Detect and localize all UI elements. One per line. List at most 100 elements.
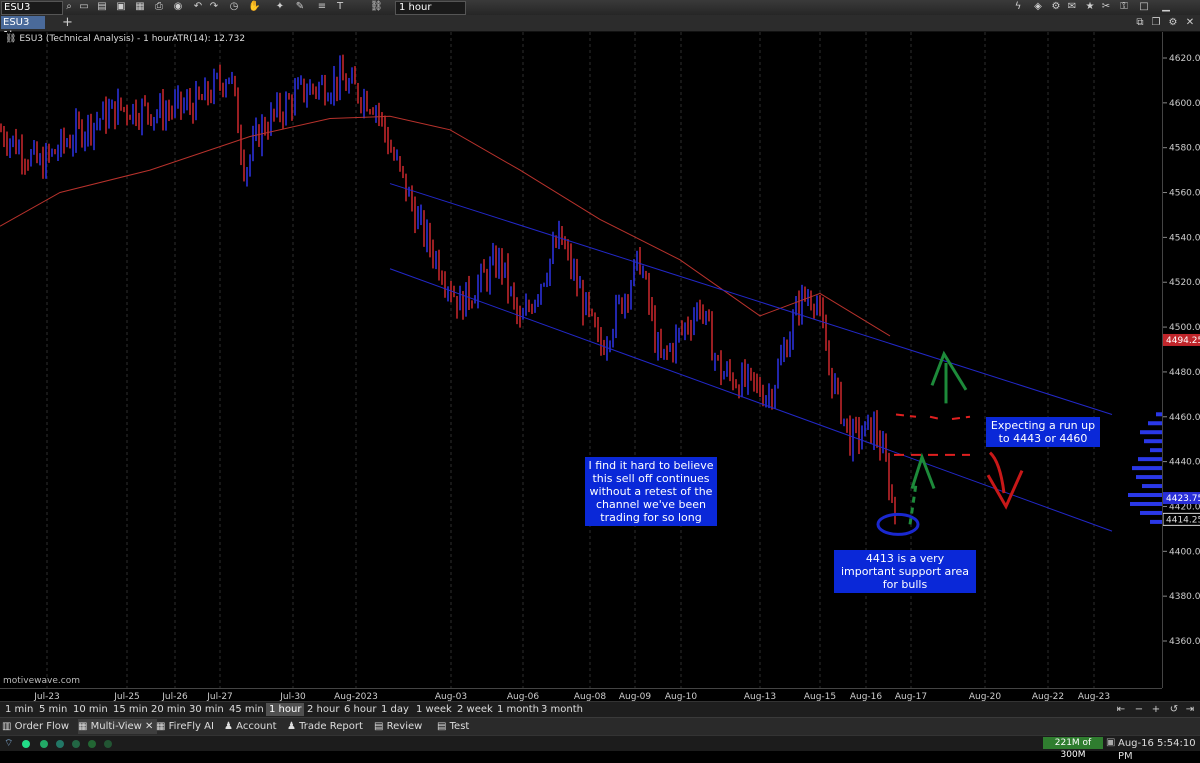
interval-30-min[interactable]: 30 min [186,703,227,716]
interval-5-min[interactable]: 5 min [36,703,70,716]
tab-firefly-ai[interactable]: ▦ FireFly AI [156,719,214,734]
maximize-icon[interactable]: □ [1138,1,1150,13]
time-axis[interactable]: Jul-23 Jul-25 Jul-26 Jul-27 Jul-30 Aug-2023 Au… [0,688,1162,701]
trash-icon[interactable]: ▣ [1106,737,1115,748]
interval-20-min[interactable]: 20 min [148,703,189,716]
flash-icon[interactable]: ϟ [1012,1,1024,13]
tab-test-label: Test [449,721,470,732]
interval-45-min[interactable]: 45 min [226,703,267,716]
tab-test[interactable]: ▤ Test [437,719,469,734]
date-tick-label: Aug-15 [804,692,836,701]
popout-icon[interactable]: ⧉ [1134,17,1146,29]
save-icon[interactable]: ▣ [115,1,127,13]
zoom-in-icon[interactable]: + [1150,704,1162,716]
fib-icon[interactable]: ≡ [316,1,328,13]
search-icon[interactable]: ⌕ [63,1,75,13]
connection-status-dot [22,740,30,748]
redo-icon[interactable]: ↷ [208,1,220,13]
date-tick-label: Aug-16 [850,692,883,701]
tab-order-flow[interactable]: ▥ Order Flow [2,719,69,734]
date-tick-label: Jul-30 [279,692,306,701]
interval-1-week[interactable]: 1 week [413,703,455,716]
price-tick-label: 4480.00 [1169,368,1200,378]
reset-zoom-icon[interactable]: ↺ [1168,704,1180,716]
date-tick-label: Aug-08 [574,692,607,701]
price-tick-label: 4600.00 [1169,99,1200,109]
hand-icon[interactable]: ✋ [248,1,260,13]
add-tab-button[interactable]: + [62,15,73,30]
support-circle [876,512,920,536]
volume-profile-bar [1144,439,1162,444]
tab-trade-report[interactable]: ♟ Trade Report [287,719,363,734]
tab-esu3[interactable]: ESU3 1h [1,16,45,41]
undo-icon[interactable]: ↶ [192,1,204,13]
tab-account[interactable]: ♟ Account [224,719,277,734]
volume-profile-bar [1136,475,1162,480]
interval-select[interactable]: 1 hour [395,1,466,15]
restore-icon[interactable]: ❐ [1150,17,1162,29]
interval-10-min[interactable]: 10 min [70,703,111,716]
firefly-icon: ▦ [156,721,169,732]
memory-usage: 221M of 300M [1043,737,1103,760]
pencil-icon[interactable]: ✎ [294,1,306,13]
interval-15-min[interactable]: 15 min [110,703,151,716]
chart-plot-area[interactable]: ⛓ ESU3 (Technical Analysis) - 1 hour ATR… [0,32,1162,688]
date-tick-label: Jul-23 [33,692,60,701]
scroll-left-icon[interactable]: ⇤ [1115,704,1127,716]
lock-icon[interactable]: ⚿ [1118,1,1130,13]
main-toolbar: ESU3 ⌕ ▭ ▤ ▣ ▦ ⎙ ◉ ↶ ↷ ◷ ✋ ✦ ✎ ≡ T ⛓ 1 h… [0,0,1200,16]
price-tick-label: 4500.00 [1169,323,1200,333]
date-tick-label: Aug-03 [435,692,467,701]
text-icon[interactable]: T [334,1,346,13]
price-marker-label: 4423.75 [1166,494,1200,504]
interval-2-week[interactable]: 2 week [454,703,496,716]
data-status-dot [40,740,48,748]
interval-1-day[interactable]: 1 day [378,703,412,716]
layers-icon[interactable]: ◈ [1032,1,1044,13]
history-icon[interactable]: ◷ [228,1,240,13]
scroll-right-icon[interactable]: ⇥ [1184,704,1196,716]
minimize-icon[interactable]: ▁ [1160,1,1172,13]
price-axis-scale: 4620.00 4600.00 4580.00 4560.00 4540.00 4520.… [1163,54,1200,647]
price-chart[interactable] [0,32,1162,688]
volume-profile-bar [1150,519,1162,524]
chart-settings-icon[interactable]: ⚙ [1167,17,1179,29]
test-icon: ▤ [437,721,450,732]
date-tick-label: Aug-22 [1032,692,1064,701]
interval-3-month[interactable]: 3 month [538,703,586,716]
tab-review[interactable]: ▤ Review [374,719,422,734]
interval-6-hour[interactable]: 6 hour [341,703,379,716]
annotation-support: 4413 is a very important support area fo… [834,550,976,593]
target-4460-line [895,413,971,421]
link-chain-icon: ⛓ [5,34,17,44]
save-as-icon[interactable]: ▦ [134,1,146,13]
volume-profile-bar [1148,421,1162,426]
gear-icon[interactable]: ⚙ [1050,1,1062,13]
price-tick-label: 4620.00 [1169,54,1200,64]
camera-icon[interactable]: ◉ [172,1,184,13]
chart-title-row: ⛓ ESU3 (Technical Analysis) - 1 hour [5,34,172,44]
close-tab-icon[interactable]: ✕ [145,721,153,732]
price-tick-label: 4580.00 [1169,144,1200,154]
tab-multi-view[interactable]: ▦ Multi-View ✕ [78,719,158,734]
print-icon[interactable]: ⎙ [153,1,165,13]
interval-1-hour[interactable]: 1 hour [266,703,305,716]
tab-multi-view-label: Multi-View [90,721,142,732]
volume-profile-bar [1138,457,1162,462]
mail-icon[interactable]: ✉ [1066,1,1078,13]
price-tick-label: 4520.00 [1169,278,1200,288]
symbol-input[interactable]: ESU3 [1,1,63,15]
open-folder-icon[interactable]: ▤ [96,1,108,13]
link-icon[interactable]: ⛓ [370,1,383,13]
zoom-out-icon[interactable]: − [1133,704,1145,716]
close-icon[interactable]: ✕ [1184,17,1196,29]
crosshair-icon[interactable]: ✦ [274,1,286,13]
tab-review-label: Review [386,721,423,732]
price-axis[interactable]: 4620.00 4600.00 4580.00 4560.00 4540.00 4520.… [1162,32,1200,688]
star-icon[interactable]: ★ [1084,1,1096,13]
new-icon[interactable]: ▭ [78,1,90,13]
tools-icon[interactable]: ✂ [1100,1,1112,13]
interval-2-hour[interactable]: 2 hour [304,703,342,716]
interval-1-month[interactable]: 1 month [494,703,542,716]
interval-1-min[interactable]: 1 min [2,703,36,716]
